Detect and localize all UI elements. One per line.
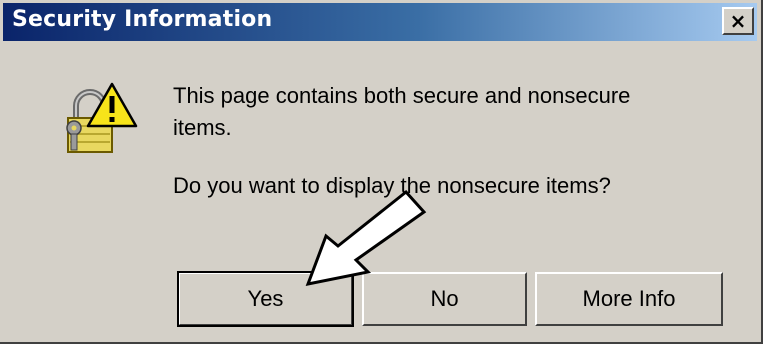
security-information-dialog: Security Information × This page contain… — [0, 0, 763, 344]
no-button[interactable]: No — [362, 272, 527, 326]
message-line-1: This page contains both secure and nonse… — [173, 83, 631, 108]
question-text: Do you want to display the nonsecure ite… — [173, 173, 611, 198]
message-line-2: items. — [173, 115, 232, 140]
close-button[interactable]: × — [722, 7, 754, 35]
close-icon: × — [729, 9, 747, 33]
title-bar[interactable]: Security Information × — [3, 3, 757, 41]
yes-button[interactable]: Yes — [177, 271, 354, 327]
padlock-warning-icon — [66, 82, 138, 153]
more-info-button[interactable]: More Info — [535, 272, 723, 326]
dialog-title: Security Information — [12, 7, 273, 32]
